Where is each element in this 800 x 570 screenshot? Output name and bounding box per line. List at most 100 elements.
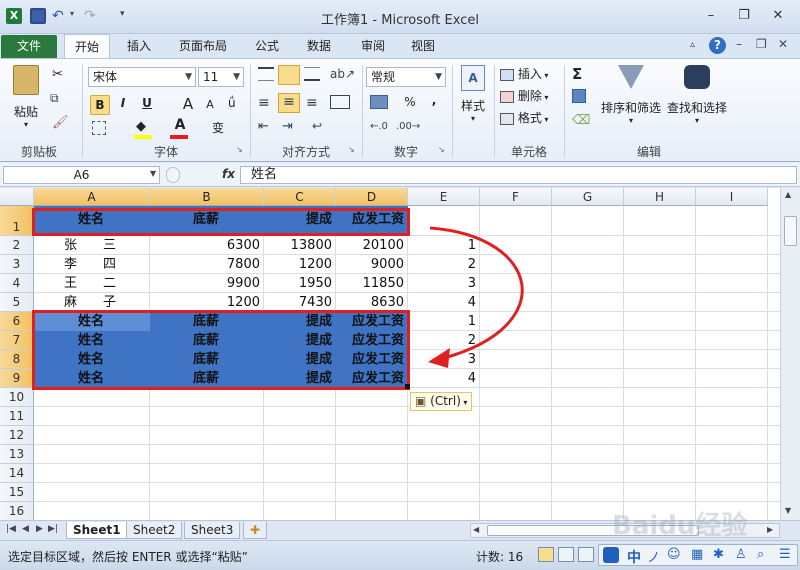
column-header-i[interactable]: I: [696, 188, 768, 206]
table-cell[interactable]: 1950: [264, 274, 332, 293]
find-select-button[interactable]: 查找和选择 ▾: [666, 65, 728, 137]
ime-toolbar[interactable]: 中 ノ ☺ ▦ ✱ ♙ ⌕ ☰: [598, 544, 798, 566]
column-header-f[interactable]: F: [480, 188, 552, 206]
alignment-dialog-launcher-icon[interactable]: ↘: [348, 145, 355, 154]
align-top-icon[interactable]: [258, 67, 274, 81]
vertical-scroll-thumb[interactable]: [784, 216, 797, 246]
column-header-b[interactable]: B: [150, 188, 264, 206]
fill-icon[interactable]: [572, 89, 586, 103]
underline-button[interactable]: U: [138, 96, 156, 110]
borders-icon[interactable]: [92, 121, 106, 135]
last-sheet-icon[interactable]: ▶|: [48, 524, 58, 534]
table-cell[interactable]: 9900: [150, 274, 260, 293]
cut-icon[interactable]: ✂: [52, 67, 63, 82]
currency-icon[interactable]: [370, 95, 388, 109]
row-header-16[interactable]: 16: [0, 502, 34, 520]
phonetic-icon[interactable]: ǘ: [228, 96, 236, 110]
font-size-select[interactable]: 11 ▼: [198, 67, 244, 87]
delete-cells-button[interactable]: 删除 ▾: [500, 87, 558, 105]
table-cell[interactable]: 6300: [150, 236, 260, 255]
row-header-10[interactable]: 10: [0, 388, 34, 407]
table-cell[interactable]: 7800: [150, 255, 260, 274]
number-format-select[interactable]: 常规 ▼: [366, 67, 446, 87]
column-header-h[interactable]: H: [624, 188, 696, 206]
name-box-dropdown-icon[interactable]: ▼: [150, 169, 156, 178]
insert-sheet-icon[interactable]: ✚: [243, 522, 268, 539]
styles-button[interactable]: A 样式 ▾: [456, 65, 490, 135]
table-cell[interactable]: 张 三: [34, 236, 146, 255]
column-header-g[interactable]: G: [552, 188, 624, 206]
normal-view-icon[interactable]: [538, 547, 554, 562]
align-right-icon[interactable]: ≡: [306, 95, 318, 111]
name-box[interactable]: A6: [3, 166, 160, 184]
format-painter-icon[interactable]: 🖌: [52, 115, 69, 130]
copy-icon[interactable]: ⧉: [50, 91, 59, 106]
phonetic-guide-icon[interactable]: 变: [212, 119, 224, 136]
table-cell[interactable]: 9000: [336, 255, 404, 274]
table-cell[interactable]: 20100: [336, 236, 404, 255]
first-sheet-icon[interactable]: |◀: [6, 524, 16, 534]
align-bottom-icon[interactable]: [304, 67, 320, 81]
column-header-c[interactable]: C: [264, 188, 336, 206]
row-header-8[interactable]: 8: [0, 350, 34, 369]
tab-file[interactable]: 文件: [1, 35, 57, 58]
next-sheet-icon[interactable]: ▶: [36, 524, 43, 534]
tab-formulas[interactable]: 公式: [244, 34, 290, 58]
comma-button[interactable]: ,: [426, 93, 442, 107]
tab-data[interactable]: 数据: [296, 34, 342, 58]
row-header-5[interactable]: 5: [0, 293, 34, 312]
scroll-down-icon[interactable]: ▼: [785, 506, 791, 515]
clear-icon[interactable]: ⌫: [572, 113, 590, 128]
decrease-decimal-icon[interactable]: .00→: [396, 121, 420, 132]
column-header-d[interactable]: D: [336, 188, 408, 206]
vertical-scrollbar[interactable]: ▲ ▼: [780, 188, 800, 520]
italic-button[interactable]: I: [114, 96, 132, 110]
select-all-corner[interactable]: [0, 188, 34, 206]
align-center-icon[interactable]: ≡: [278, 93, 300, 113]
sheet-tab-3[interactable]: Sheet3: [184, 522, 241, 539]
table-cell[interactable]: 13800: [264, 236, 332, 255]
paste-options-button[interactable]: ▣ (Ctrl) ▾: [410, 392, 472, 411]
column-header-a[interactable]: A: [34, 188, 150, 206]
formula-input[interactable]: 姓名: [240, 166, 797, 184]
autosum-button[interactable]: Σ: [572, 65, 582, 83]
fill-color-icon[interactable]: ◆: [136, 119, 146, 134]
row-header-3[interactable]: 3: [0, 255, 34, 274]
bold-button[interactable]: B: [90, 95, 110, 115]
number-dialog-launcher-icon[interactable]: ↘: [438, 145, 445, 154]
page-layout-view-icon[interactable]: [558, 547, 574, 562]
help-icon[interactable]: ?: [709, 37, 726, 54]
scroll-up-icon[interactable]: ▲: [785, 190, 791, 199]
prev-sheet-icon[interactable]: ◀: [22, 524, 29, 534]
row-header-6[interactable]: 6: [0, 312, 34, 331]
shrink-font-button[interactable]: A: [202, 98, 218, 111]
close-icon[interactable]: ✕: [767, 8, 789, 24]
row-header-9[interactable]: 9: [0, 369, 34, 388]
page-break-view-icon[interactable]: [578, 547, 594, 562]
row-header-13[interactable]: 13: [0, 445, 34, 464]
row-header-12[interactable]: 12: [0, 426, 34, 445]
workbook-close-icon[interactable]: ✕: [778, 37, 788, 51]
minimize-icon[interactable]: –: [700, 8, 722, 24]
percent-button[interactable]: %: [402, 95, 418, 109]
restore-icon[interactable]: ❐: [733, 8, 755, 24]
merge-center-icon[interactable]: [330, 95, 350, 109]
tab-page-layout[interactable]: 页面布局: [170, 34, 236, 58]
increase-decimal-icon[interactable]: ←.0: [370, 121, 388, 132]
table-cell[interactable]: 11850: [336, 274, 404, 293]
row-header-7[interactable]: 7: [0, 331, 34, 350]
row-header-15[interactable]: 15: [0, 483, 34, 502]
worksheet-grid[interactable]: ABCDEFGHI1234567891011121314151617姓名底薪提成…: [0, 188, 780, 520]
sheet-tab-1[interactable]: Sheet1: [66, 522, 128, 539]
formula-bar-grip-icon[interactable]: [166, 167, 180, 183]
row-header-11[interactable]: 11: [0, 407, 34, 426]
workbook-minimize-icon[interactable]: –: [736, 37, 742, 51]
tab-home[interactable]: 开始: [64, 34, 110, 59]
orientation-icon[interactable]: ab↗: [330, 67, 355, 81]
sheet-tab-2[interactable]: Sheet2: [126, 522, 183, 539]
format-cells-button[interactable]: 格式 ▾: [500, 109, 558, 127]
tab-view[interactable]: 视图: [400, 34, 446, 58]
font-color-button[interactable]: A: [172, 117, 188, 133]
row-header-4[interactable]: 4: [0, 274, 34, 293]
scroll-right-icon[interactable]: ▶: [767, 525, 773, 534]
